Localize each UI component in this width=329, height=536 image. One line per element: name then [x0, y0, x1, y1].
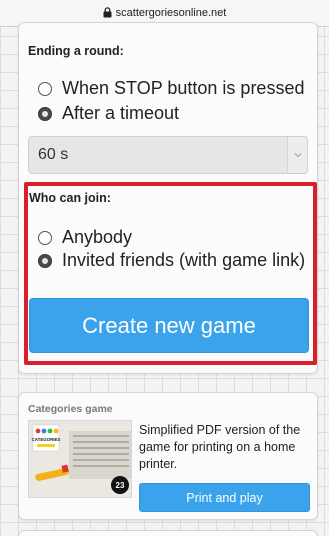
radio-label: Invited friends (with game link): [62, 250, 306, 270]
thumb-logo-text: CATEGORIES: [32, 437, 61, 442]
timeout-select[interactable]: 60 s: [28, 136, 308, 174]
categories-game-title: Categories game: [28, 403, 113, 415]
who-can-join-heading: Who can join:: [29, 191, 111, 205]
lock-icon: [103, 6, 112, 17]
radio-label: When STOP button is pressed: [62, 78, 305, 98]
radio-label: After a timeout: [62, 103, 180, 123]
categories-game-description: Simplified PDF version of the game for p…: [139, 423, 301, 471]
radio-button-unchecked[interactable]: [38, 230, 52, 245]
print-and-play-button[interactable]: Print and play: [139, 483, 310, 512]
create-new-game-button[interactable]: Create new game: [29, 298, 309, 353]
select-toggle[interactable]: [287, 137, 307, 173]
radio-button-checked[interactable]: [38, 253, 52, 268]
categories-game-thumbnail[interactable]: CATEGORIES 23: [28, 420, 132, 498]
radio-button-checked[interactable]: [38, 106, 52, 121]
chevron-down-icon: [294, 153, 301, 158]
url-text: scattergoriesonline.net: [115, 7, 227, 19]
radio-when-stop-pressed[interactable]: When STOP button is pressed: [38, 78, 304, 99]
next-card: [18, 530, 318, 536]
radio-after-timeout[interactable]: After a timeout: [38, 103, 179, 124]
radio-anybody[interactable]: Anybody: [38, 227, 132, 248]
radio-button-unchecked[interactable]: [38, 81, 52, 96]
radio-label: Anybody: [62, 227, 133, 247]
timeout-select-value: 60 s: [38, 146, 69, 163]
game-box-image: CATEGORIES 23: [29, 421, 131, 497]
thumb-badge-text: 23: [116, 481, 125, 490]
radio-invited-friends[interactable]: Invited friends (with game link): [38, 250, 305, 271]
ending-round-heading: Ending a round:: [28, 44, 124, 58]
